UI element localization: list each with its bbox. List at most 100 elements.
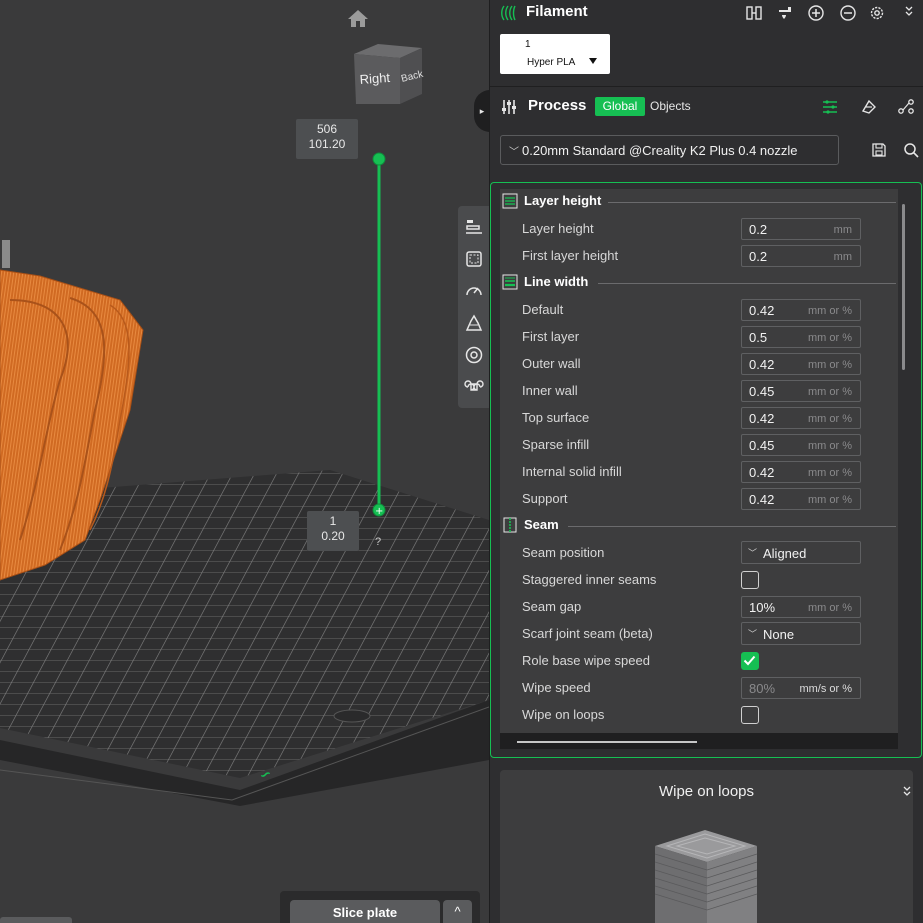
home-icon[interactable] — [346, 7, 370, 29]
role-base-wipe-speed-checkbox[interactable] — [741, 652, 759, 670]
line-width-support-input[interactable]: 0.42 mm or % — [741, 488, 861, 510]
speed-gauge-icon[interactable] — [461, 278, 487, 304]
filament-settings-gear-icon[interactable] — [868, 4, 886, 22]
field-value: 10% — [749, 600, 776, 615]
tab-global[interactable]: Global — [595, 97, 645, 116]
seam-icon — [503, 517, 517, 533]
setting-label: Sparse infill — [522, 437, 590, 452]
field-value: 0.42 — [749, 357, 775, 372]
preview-toolbar — [458, 206, 489, 408]
process-preset-select[interactable]: ﹀ 0.20mm Standard @Creality K2 Plus 0.4 … — [500, 135, 839, 165]
field-unit: mm or % — [808, 386, 852, 398]
align-icon[interactable] — [461, 214, 487, 240]
seam-gap-input[interactable]: 10% mm or % — [741, 596, 861, 618]
layer-slider-top-handle[interactable] — [372, 152, 386, 166]
compare-presets-icon[interactable] — [860, 98, 878, 116]
section-rule — [598, 283, 896, 284]
bottom-layer-number: 1 — [329, 514, 337, 528]
bottom-left-tab[interactable] — [0, 917, 72, 923]
setting-label: Seam position — [522, 545, 605, 560]
setting-row: First layer 0.5 mm or % — [500, 325, 898, 349]
field-unit: mm or % — [808, 494, 852, 506]
field-unit: mm or % — [808, 413, 852, 425]
wipe-on-loops-checkbox[interactable] — [741, 706, 759, 724]
field-unit: mm or % — [808, 467, 852, 479]
line-width-inner-wall-input[interactable]: 0.45 mm or % — [741, 380, 861, 402]
collapse-filament-icon[interactable] — [902, 2, 916, 20]
field-unit: mm/s or % — [799, 683, 852, 695]
filament-slot-1[interactable]: 1 Hyper PLA — [500, 34, 610, 74]
first-layer-height-input[interactable]: 0.2 mm — [741, 245, 861, 267]
setting-row: Wipe on loops — [500, 703, 898, 727]
field-value: 0.45 — [749, 438, 775, 453]
bottom-layer-height: 0.20 — [321, 529, 345, 543]
cmd-icon[interactable] — [461, 374, 487, 400]
setting-row: Layer height 0.2 mm — [500, 217, 898, 241]
filament-spool-icon — [500, 4, 518, 22]
filament-title: Filament — [526, 3, 588, 20]
add-filament-icon[interactable] — [807, 4, 825, 22]
slice-plate-button[interactable]: Slice plate — [290, 900, 440, 923]
field-unit: mm or % — [808, 359, 852, 371]
field-unit: mm or % — [808, 305, 852, 317]
filament-slot-number: 1 — [525, 39, 531, 50]
field-unit: mm — [833, 224, 852, 236]
field-value: 0.5 — [749, 330, 768, 345]
layer-height-input[interactable]: 0.2 mm — [741, 218, 861, 240]
bed-clip — [333, 709, 371, 723]
wipe-on-loops-illustration — [654, 830, 758, 923]
line-width-default-input[interactable]: 0.42 mm or % — [741, 299, 861, 321]
field-unit: mm or % — [808, 440, 852, 452]
remove-filament-icon[interactable] — [839, 4, 857, 22]
filament-dropdown-icon — [589, 58, 597, 64]
select-value: Aligned — [763, 546, 807, 561]
setting-label: Top surface — [522, 410, 590, 425]
horizontal-scroll-thumb[interactable] — [517, 741, 697, 743]
staggered-inner-seams-checkbox[interactable] — [741, 571, 759, 589]
line-width-first-layer-input[interactable]: 0.5 mm or % — [741, 326, 861, 348]
app-window: ∽ + Right Back 506 101.20 1 0.20 ? ▸ Sli… — [0, 0, 923, 923]
setting-row: Top surface 0.42 mm or % — [500, 406, 898, 430]
wipe-speed-input[interactable]: 80% mm/s or % — [741, 677, 861, 699]
3d-viewport[interactable]: ∽ + Right Back 506 101.20 1 0.20 ? ▸ Sli… — [0, 0, 489, 923]
seam-position-select[interactable]: ﹀ Aligned — [741, 541, 861, 564]
setting-label: Role base wipe speed — [522, 653, 650, 668]
flush-icon[interactable] — [776, 4, 794, 22]
field-value: 0.42 — [749, 411, 775, 426]
setting-label: Scarf joint seam (beta) — [522, 626, 653, 641]
line-width-outer-wall-input[interactable]: 0.42 mm or % — [741, 353, 861, 375]
setting-row: Sparse infill 0.45 mm or % — [500, 433, 898, 457]
share-preset-icon[interactable] — [897, 98, 915, 116]
tab-objects[interactable]: Objects — [650, 99, 691, 113]
setting-row: First layer height 0.2 mm — [500, 244, 898, 268]
wipe-tower-icon[interactable] — [461, 310, 487, 336]
chevron-down-icon: ﹀ — [748, 548, 758, 558]
collapse-preview-icon[interactable] — [902, 784, 912, 801]
option-preview-card: Wipe on loops — [500, 770, 913, 923]
advanced-settings-icon[interactable] — [821, 98, 839, 116]
filament-slot-name: Hyper PLA — [527, 57, 576, 68]
field-value: 0.42 — [749, 303, 775, 318]
layer-help-icon[interactable]: ? — [375, 536, 381, 548]
process-title: Process — [528, 97, 587, 114]
scarf-joint-seam-select[interactable]: ﹀ None — [741, 622, 861, 645]
line-width-top-surface-input[interactable]: 0.42 mm or % — [741, 407, 861, 429]
settings-list[interactable]: Layer height Layer height 0.2 mm First la… — [500, 189, 898, 749]
slice-options-button[interactable]: ^ — [443, 900, 472, 923]
line-width-internal-solid-infill-input[interactable]: 0.42 mm or % — [741, 461, 861, 483]
settings-vertical-scrollbar[interactable] — [902, 204, 905, 370]
line-width-sparse-infill-input[interactable]: 0.45 mm or % — [741, 434, 861, 456]
view-cube[interactable]: Right Back — [348, 40, 428, 110]
setting-label: Layer height — [522, 221, 594, 236]
search-icon[interactable] — [902, 141, 920, 159]
top-layer-height: 101.20 — [308, 137, 346, 151]
save-preset-icon[interactable] — [870, 141, 888, 159]
setting-label: Wipe speed — [522, 680, 591, 695]
field-value: 0.45 — [749, 384, 775, 399]
top-layer-number: 506 — [316, 122, 338, 136]
field-unit: mm or % — [808, 602, 852, 614]
sync-filament-icon[interactable] — [745, 4, 763, 22]
bounding-box-icon[interactable] — [461, 246, 487, 272]
target-icon[interactable] — [461, 342, 487, 368]
section-divider — [490, 86, 923, 87]
